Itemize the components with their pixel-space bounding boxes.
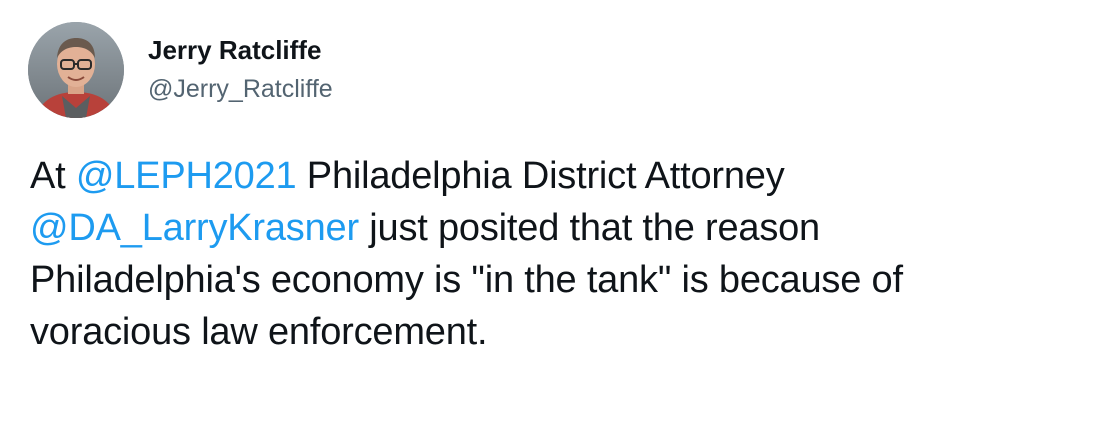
user-handle[interactable]: @Jerry_Ratcliffe	[148, 72, 333, 106]
author-info: Jerry Ratcliffe @Jerry_Ratcliffe	[148, 34, 333, 106]
tweet-card: Jerry Ratcliffe @Jerry_Ratcliffe At @LEP…	[0, 0, 1112, 426]
tweet-line: voracious law enforcement.	[30, 306, 1090, 358]
text-segment: just posited that the reason	[358, 207, 820, 249]
text-segment: At	[30, 155, 76, 197]
text-segment: Philadelphia's economy is "in the tank" …	[30, 259, 903, 301]
tweet-line: At @LEPH2021 Philadelphia District Attor…	[30, 150, 1090, 202]
profile-photo-icon	[28, 22, 124, 118]
tweet-header: Jerry Ratcliffe @Jerry_Ratcliffe	[28, 20, 333, 120]
mention-link[interactable]: @DA_LarryKrasner	[30, 207, 359, 249]
tweet-line: @DA_LarryKrasner just posited that the r…	[30, 202, 1090, 254]
avatar[interactable]	[28, 22, 124, 118]
tweet-text: At @LEPH2021 Philadelphia District Attor…	[30, 150, 1090, 358]
display-name[interactable]: Jerry Ratcliffe	[148, 34, 333, 66]
text-segment: voracious law enforcement.	[30, 311, 488, 353]
text-segment: Philadelphia District Attorney	[296, 155, 785, 197]
mention-link[interactable]: @LEPH2021	[76, 155, 297, 197]
tweet-line: Philadelphia's economy is "in the tank" …	[30, 254, 1090, 306]
